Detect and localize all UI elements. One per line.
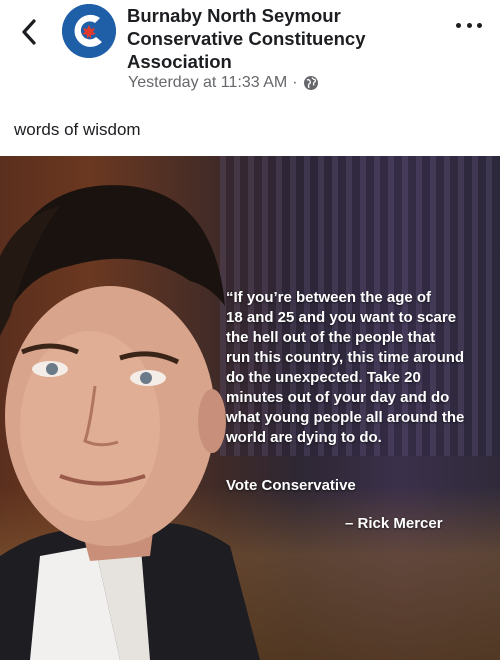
- quote-line: 18 and 25 and you want to scare: [226, 309, 457, 326]
- quote-line: “If you’re between the age of: [226, 289, 432, 306]
- post-caption: words of wisdom: [14, 120, 141, 139]
- vote-conservative-text: Vote Conservative: [226, 477, 356, 494]
- more-options-button[interactable]: [456, 18, 482, 32]
- page-avatar[interactable]: [62, 4, 116, 58]
- post-image[interactable]: “If you’re between the age of 18 and 25 …: [0, 156, 500, 660]
- more-dots-icon: [456, 22, 461, 28]
- meta-separator: ·: [292, 74, 298, 91]
- post-timestamp[interactable]: Yesterday at 11:33 AM: [128, 74, 287, 92]
- page-name-line: Association: [127, 51, 232, 72]
- more-dots-icon: [477, 22, 482, 28]
- globe-icon[interactable]: [303, 75, 319, 91]
- page-name[interactable]: Burnaby North Seymour Conservative Const…: [127, 4, 427, 73]
- back-button[interactable]: [14, 12, 44, 52]
- quote-line: the hell out of the people that: [226, 329, 436, 346]
- page-name-line: Burnaby North Seymour: [127, 5, 341, 26]
- quote-line: do the unexpected. Take 20: [226, 369, 421, 386]
- quote-line: what young people all around the: [226, 409, 465, 426]
- chevron-left-icon: [22, 19, 36, 45]
- more-dots-icon: [466, 22, 472, 28]
- post-meta: Yesterday at 11:33 AM ·: [128, 74, 319, 92]
- quote-line: minutes out of your day and do: [226, 389, 450, 406]
- page-name-line: Conservative Constituency: [127, 28, 366, 49]
- quote-attribution: – Rick Mercer: [345, 515, 443, 532]
- post-page: Burnaby North Seymour Conservative Const…: [0, 0, 500, 660]
- quote-text: “If you’re between the age of 18 and 25 …: [226, 288, 498, 448]
- post-header: Burnaby North Seymour Conservative Const…: [0, 0, 500, 105]
- quote-line: world are dying to do.: [226, 429, 382, 446]
- quote-line: run this country, this time around: [226, 349, 465, 366]
- portrait-photo: [0, 185, 260, 660]
- conservative-logo-icon: [62, 4, 116, 58]
